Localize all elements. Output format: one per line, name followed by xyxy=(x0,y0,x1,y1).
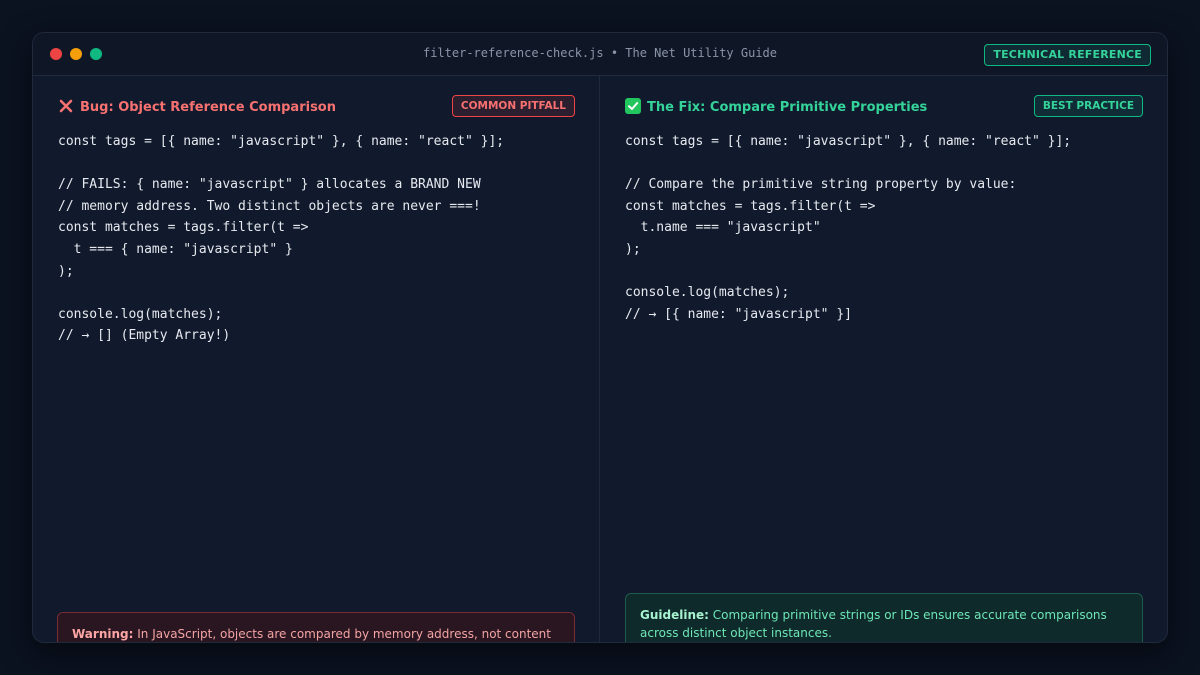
fix-panel-header: The Fix: Compare Primitive Properties BE… xyxy=(625,95,1143,117)
bug-code-block: const tags = [{ name: "javascript" }, { … xyxy=(58,131,504,347)
code-line: // FAILS: { name: "javascript" } allocat… xyxy=(58,177,481,193)
warning-text: In JavaScript, objects are compared by m… xyxy=(137,627,551,641)
app-window: filter-reference-check.js • The Net Util… xyxy=(32,32,1168,643)
best-practice-badge: BEST PRACTICE xyxy=(1033,95,1143,117)
fix-panel-title: The Fix: Compare Primitive Properties xyxy=(625,98,927,115)
code-line: ); xyxy=(625,241,641,257)
bug-panel-header: Bug: Object Reference Comparison COMMON … xyxy=(58,95,575,117)
check-mark-icon xyxy=(625,98,641,114)
cross-mark-icon xyxy=(59,99,73,113)
fix-code-block: const tags = [{ name: "javascript" }, { … xyxy=(625,131,1071,325)
code-line: const matches = tags.filter(t => xyxy=(625,198,876,214)
code-line: ); xyxy=(58,263,74,279)
code-line: // Compare the primitive string property… xyxy=(625,177,1017,193)
bug-panel-title: Bug: Object Reference Comparison xyxy=(58,98,336,115)
code-line: console.log(matches); xyxy=(625,285,790,301)
technical-reference-badge: TECHNICAL REFERENCE xyxy=(984,44,1151,66)
fix-panel: The Fix: Compare Primitive Properties BE… xyxy=(601,76,1167,642)
code-line: t === { name: "javascript" } xyxy=(58,241,293,257)
warning-label: Warning: xyxy=(72,627,134,641)
code-line: const tags = [{ name: "javascript" }, { … xyxy=(58,134,505,149)
bug-panel: Bug: Object Reference Comparison COMMON … xyxy=(33,76,600,642)
guideline-label: Guideline: xyxy=(640,608,709,622)
code-line: // → [] (Empty Array!) xyxy=(58,328,231,344)
code-line: const matches = tags.filter(t => xyxy=(58,220,309,236)
bug-panel-title-text: Bug: Object Reference Comparison xyxy=(80,100,336,115)
code-line: // → [{ name: "javascript" }] xyxy=(625,306,852,322)
code-line: console.log(matches); xyxy=(58,306,223,322)
title-bar: filter-reference-check.js • The Net Util… xyxy=(33,33,1167,76)
code-line: t.name === "javascript" xyxy=(625,220,821,236)
code-line: const tags = [{ name: "javascript" }, { … xyxy=(625,134,1072,149)
warning-note: Warning: In JavaScript, objects are comp… xyxy=(57,612,575,642)
guideline-note: Guideline: Comparing primitive strings o… xyxy=(625,593,1143,642)
fix-panel-title-text: The Fix: Compare Primitive Properties xyxy=(647,100,928,115)
guideline-text: Comparing primitive strings or IDs ensur… xyxy=(640,608,1107,640)
code-line: // memory address. Two distinct objects … xyxy=(58,198,481,214)
common-pitfall-badge: COMMON PITFALL xyxy=(451,95,575,117)
